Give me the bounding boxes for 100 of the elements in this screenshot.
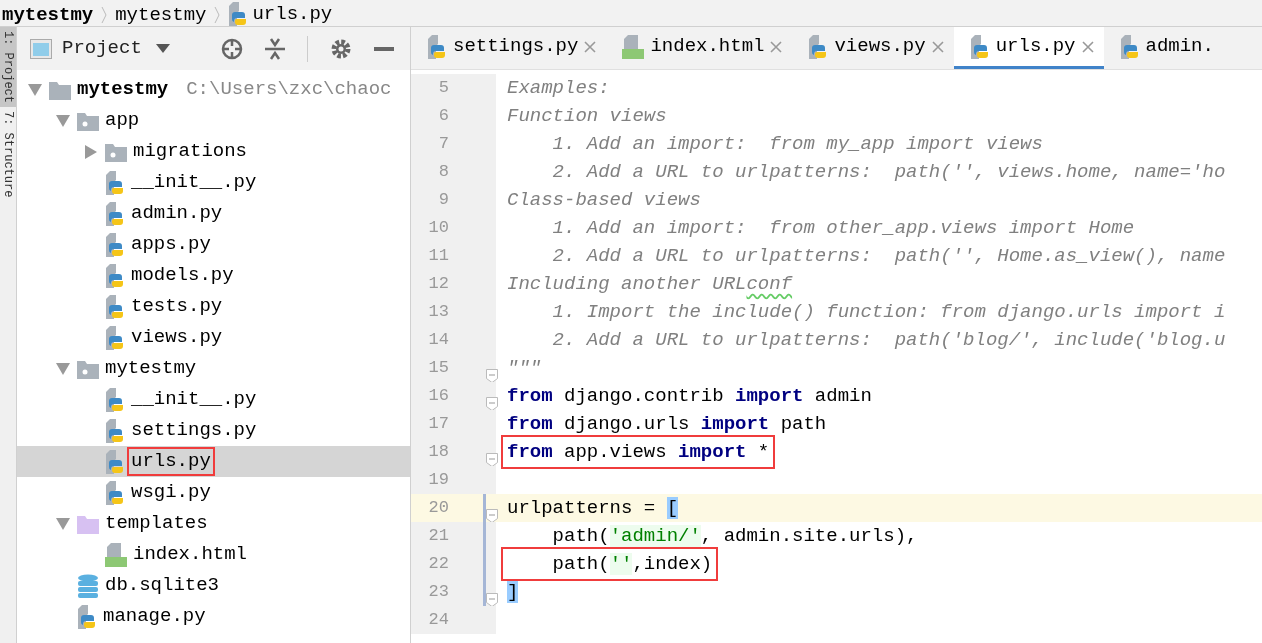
code-line: from django.urls import path xyxy=(506,411,828,437)
tree-row[interactable]: migrations xyxy=(17,136,410,167)
breadcrumb-item[interactable]: urls.py xyxy=(252,3,333,25)
expand-arrow-icon[interactable] xyxy=(28,83,42,96)
tree-row[interactable]: index.html xyxy=(17,539,410,570)
close-icon[interactable] xyxy=(931,40,944,53)
file-name: wsgi.py xyxy=(130,480,212,505)
editor-tab[interactable]: admin. xyxy=(1103,27,1224,69)
line-number: 21 xyxy=(427,525,449,548)
line-number: 13 xyxy=(427,301,449,324)
code-line: 1. Add an import: from my_app import views xyxy=(551,131,1044,157)
close-icon[interactable] xyxy=(770,40,783,53)
file-name: mytestmy xyxy=(76,77,170,102)
line-number: 5 xyxy=(437,77,449,100)
fold-marker-icon[interactable] xyxy=(486,593,498,607)
editor-tab[interactable]: urls.py xyxy=(953,27,1104,69)
tree-row[interactable]: apps.py xyxy=(17,229,410,260)
python-file-icon xyxy=(105,480,125,505)
python-file-icon xyxy=(77,604,97,629)
tree-row[interactable]: settings.py xyxy=(17,415,410,446)
tree-row[interactable]: templates xyxy=(17,508,410,539)
line-number: 7 xyxy=(437,133,449,156)
tree-row[interactable]: urls.py xyxy=(17,446,410,477)
file-name: settings.py xyxy=(130,418,258,443)
tree-row[interactable]: manage.py xyxy=(17,601,410,632)
expand-arrow-icon[interactable] xyxy=(56,114,70,127)
code-line: 2. Add a URL to urlpatterns: path('', Home.as_view(), name xyxy=(551,243,1227,269)
line-number: 14 xyxy=(427,329,449,352)
folder-icon xyxy=(105,141,127,162)
close-icon[interactable] xyxy=(1081,40,1094,53)
tree-row[interactable]: views.py xyxy=(17,322,410,353)
python-file-icon xyxy=(105,449,125,474)
breadcrumb-item[interactable]: mytestmy xyxy=(2,4,94,26)
python-file-icon xyxy=(105,294,125,319)
tool-window-tab[interactable]: 1: Project xyxy=(0,27,16,107)
python-file-icon xyxy=(105,170,125,195)
breadcrumb-item[interactable]: mytestmy xyxy=(115,4,207,26)
code-line: 2. Add a URL to urlpatterns: path('blog/', include('blog.u xyxy=(551,327,1227,353)
python-file-icon xyxy=(808,34,829,59)
tree-row[interactable]: models.py xyxy=(17,260,410,291)
file-name: models.py xyxy=(130,263,235,288)
file-name: index.html xyxy=(132,542,249,567)
python-file-icon xyxy=(105,325,125,350)
code-line: Class-based views xyxy=(506,187,702,213)
dropdown-caret-icon[interactable] xyxy=(155,44,170,53)
tree-row[interactable]: tests.py xyxy=(17,291,410,322)
folder-icon xyxy=(49,79,71,100)
line-number: 9 xyxy=(437,189,449,212)
tree-row[interactable]: db.sqlite3 xyxy=(17,570,410,601)
code-line: 1. Import the include() function: from django.urls import i xyxy=(551,299,1227,325)
folder-icon xyxy=(77,110,99,131)
tool-window-tab[interactable]: 7: Structure xyxy=(0,107,16,202)
fold-marker-icon[interactable] xyxy=(486,509,498,523)
file-name: db.sqlite3 xyxy=(104,573,221,598)
editor-tab[interactable]: index.html xyxy=(606,27,793,69)
file-name: __init__.py xyxy=(130,387,258,412)
window-icon xyxy=(30,38,52,59)
minimize-icon[interactable] xyxy=(374,46,394,51)
code-line: Function views xyxy=(506,103,668,129)
code-line: from django.contrib import admin xyxy=(506,383,873,409)
python-file-icon xyxy=(105,387,125,412)
line-number: 24 xyxy=(427,609,449,632)
line-number: 18 xyxy=(427,441,449,464)
python-file-icon xyxy=(105,418,125,443)
line-number: 8 xyxy=(437,161,449,184)
file-name: mytestmy xyxy=(104,356,198,381)
tree-row[interactable]: __init__.py xyxy=(17,167,410,198)
file-name: urls.py xyxy=(129,449,213,474)
line-number: 11 xyxy=(427,245,449,268)
database-icon xyxy=(77,573,99,598)
expand-arrow-icon[interactable] xyxy=(56,517,70,530)
crosshair-icon[interactable] xyxy=(221,37,243,60)
expand-arrow-icon[interactable] xyxy=(56,362,70,375)
panel-title[interactable]: Project xyxy=(62,34,142,63)
editor-tab[interactable]: views.py xyxy=(792,27,954,69)
tree-row[interactable]: admin.py xyxy=(17,198,410,229)
project-path: C:\Users\zxc\chaoc xyxy=(186,77,392,103)
collapse-arrow-icon[interactable] xyxy=(85,144,97,159)
line-number: 20 xyxy=(427,497,449,520)
tree-row[interactable]: mytestmy xyxy=(17,353,410,384)
fold-marker-icon[interactable] xyxy=(486,453,498,467)
editor-tab[interactable]: settings.py xyxy=(411,27,607,69)
tree-row[interactable]: app xyxy=(17,105,410,136)
code-line: Examples: xyxy=(506,75,611,101)
html-file-icon xyxy=(105,542,127,567)
fold-marker-icon[interactable] xyxy=(486,397,498,411)
python-file-icon xyxy=(105,263,125,288)
python-file-icon xyxy=(427,34,447,59)
line-number: 12 xyxy=(427,273,449,296)
fold-marker-icon[interactable] xyxy=(486,369,498,383)
tree-row[interactable]: mytestmy C:\Users\zxc\chaoc xyxy=(17,74,410,105)
code-line: 2. Add a URL to urlpatterns: path('', views.home, name='ho xyxy=(551,159,1227,185)
file-name: tests.py xyxy=(130,294,224,319)
collapse-all-icon[interactable] xyxy=(265,37,285,60)
line-number: 10 xyxy=(427,217,449,240)
file-name: admin.py xyxy=(130,201,224,226)
close-icon[interactable] xyxy=(584,40,597,53)
settings-icon[interactable] xyxy=(330,37,352,60)
tree-row[interactable]: wsgi.py xyxy=(17,477,410,508)
tree-row[interactable]: __init__.py xyxy=(17,384,410,415)
